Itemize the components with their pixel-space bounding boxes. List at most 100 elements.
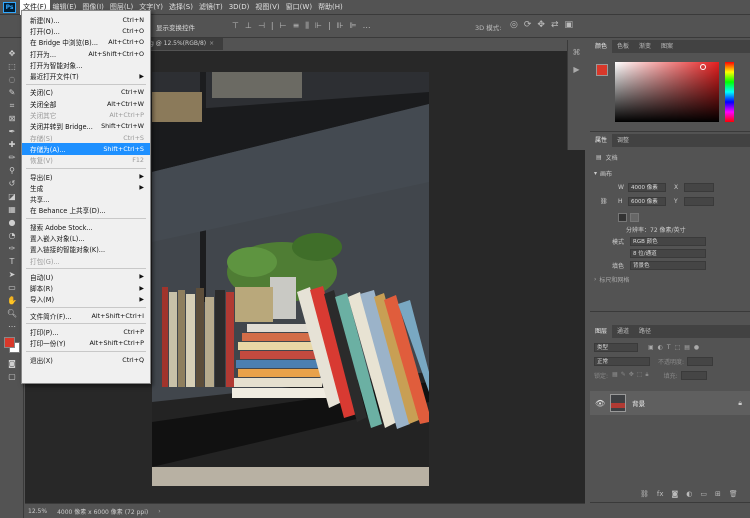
tab-adjustments[interactable]: 调整 — [612, 134, 634, 147]
tab-channels[interactable]: 通道 — [612, 325, 634, 338]
file-menu-item[interactable]: 打开(O)... Ctrl+O — [22, 25, 150, 36]
file-menu-item[interactable]: 自动(U) ▶ — [22, 271, 150, 282]
tab-gradients[interactable]: 渐变 — [634, 40, 656, 53]
file-menu-item[interactable]: 关闭全部 Alt+Ctrl+W — [22, 98, 150, 109]
fill-opacity-input[interactable] — [680, 370, 707, 380]
file-menu-item[interactable]: 导入(M) ▶ — [22, 294, 150, 305]
file-menu-item[interactable]: 打印(P)... Ctrl+P — [22, 326, 150, 337]
file-menu-item[interactable]: 最近打开文件(T) ▶ — [22, 70, 150, 82]
file-menu-item[interactable]: 恢复(V) F12 — [22, 155, 150, 166]
file-menu-item[interactable]: 退出(X) Ctrl+Q — [22, 354, 150, 365]
file-menu-item[interactable]: 新建(N)... Ctrl+N — [22, 14, 150, 25]
height-input[interactable]: 6000 像素 — [628, 196, 666, 206]
document-tab[interactable]: g @ 12.5%(RGB/8) × — [148, 38, 223, 50]
quick-mask-icon[interactable]: ◙ — [4, 358, 20, 369]
menu-filter[interactable]: 滤镜(T) — [196, 0, 226, 15]
file-menu-item[interactable]: 打开为智能对象... — [22, 59, 150, 70]
link-layers-icon[interactable]: ⛓ — [640, 490, 649, 498]
marquee-tool-icon[interactable]: ⬚ — [4, 61, 20, 72]
type-tool-icon[interactable]: T — [4, 256, 20, 267]
move-tool-icon[interactable]: ✥ — [4, 48, 20, 59]
tab-color[interactable]: 颜色 — [590, 40, 613, 53]
fx-icon[interactable]: fx — [657, 490, 664, 498]
width-input[interactable]: 4000 像素 — [628, 182, 666, 192]
file-menu-item[interactable]: 生成 ▶ — [22, 182, 150, 193]
menu-help[interactable]: 帮助(H) — [315, 0, 346, 15]
y-input[interactable] — [684, 196, 714, 206]
transform-controls-label[interactable]: 显示变换控件 — [156, 22, 195, 32]
file-menu-item[interactable]: 在 Bridge 中浏览(B)... Alt+Ctrl+O — [22, 37, 150, 48]
hand-tool-icon[interactable]: ✋ — [4, 295, 20, 306]
file-menu-item[interactable]: 存储(S) Ctrl+S — [22, 132, 150, 143]
stamp-tool-icon[interactable]: ⚲ — [4, 165, 20, 176]
new-layer-icon[interactable]: ⊞ — [715, 490, 721, 498]
file-menu-item[interactable]: 打印一份(Y) Alt+Shift+Ctrl+P — [22, 338, 150, 349]
zoom-tool-icon[interactable]: 🔍︎ — [4, 308, 20, 319]
gradient-tool-icon[interactable]: ▦ — [4, 204, 20, 215]
align-icons[interactable]: ⊤ ⊥ ⊣ | ⊢ ≡ ⫼ ⊩ | ⊪ ⊫… — [232, 21, 371, 31]
healing-tool-icon[interactable]: ✚ — [4, 139, 20, 150]
file-menu-item[interactable]: 关闭其它 Alt+Ctrl+P — [22, 109, 150, 120]
color-field[interactable] — [615, 62, 719, 122]
menu-window[interactable]: 窗口(W) — [283, 0, 315, 15]
tab-paths[interactable]: 路径 — [634, 325, 656, 338]
frame-tool-icon[interactable]: ⊠ — [4, 113, 20, 124]
blend-mode-select[interactable]: 正常 — [594, 356, 650, 366]
screen-mode-icon[interactable]: ▢ — [4, 371, 20, 382]
file-menu-item[interactable]: 存储为(A)... Shift+Ctrl+S — [22, 143, 150, 155]
file-menu-item[interactable]: 置入链接的智能对象(K)... — [22, 244, 150, 255]
mode-select[interactable]: RGB 颜色 — [630, 236, 706, 246]
depth-select[interactable]: 8 位/通道 — [630, 248, 706, 258]
close-tab-icon[interactable]: × — [209, 40, 214, 47]
link-icon[interactable]: ⛓ — [600, 198, 618, 205]
file-menu-item[interactable]: 搜索 Adobe Stock... — [22, 221, 150, 232]
tab-layers[interactable]: 图层 — [590, 325, 613, 338]
tab-patterns[interactable]: 图案 — [656, 40, 678, 53]
eraser-tool-icon[interactable]: ◪ — [4, 191, 20, 202]
quick-select-tool-icon[interactable]: ✎ — [4, 87, 20, 98]
menu-view[interactable]: 视图(V) — [252, 0, 282, 15]
shape-tool-icon[interactable]: ▭ — [4, 282, 20, 293]
tab-properties[interactable]: 属性 — [590, 134, 613, 147]
history-icon[interactable]: ⌘ — [568, 48, 585, 57]
3d-icons[interactable]: ◎ ⟳ ✥ ⇄ ▣ — [510, 20, 573, 30]
file-menu-item[interactable]: 关闭(C) Ctrl+W — [22, 87, 150, 98]
portrait-icon[interactable] — [618, 212, 627, 222]
tab-swatches[interactable]: 色板 — [612, 40, 634, 53]
layer-kind-filter[interactable]: 类型 — [594, 342, 638, 352]
filter-icons[interactable]: ▣◐T⬚▤● — [648, 344, 703, 351]
zoom-level[interactable]: 12.5% — [28, 508, 47, 515]
file-menu-item[interactable]: 关闭并转到 Bridge... Shift+Ctrl+W — [22, 121, 150, 132]
foreground-color-swatch[interactable] — [596, 64, 608, 76]
layer-row[interactable]: 👁︎ 背景 🔒︎ — [590, 391, 750, 415]
dodge-tool-icon[interactable]: ◔ — [4, 230, 20, 241]
file-menu-item[interactable]: 打开为... Alt+Shift+Ctrl+O — [22, 48, 150, 59]
file-menu-item[interactable]: 导出(E) ▶ — [22, 171, 150, 182]
landscape-icon[interactable] — [630, 212, 639, 222]
adjustment-layer-icon[interactable]: ◐ — [686, 490, 692, 498]
color-swatches[interactable] — [3, 334, 20, 356]
opacity-input[interactable] — [687, 356, 714, 366]
lasso-tool-icon[interactable]: ◌ — [4, 74, 20, 85]
brush-tool-icon[interactable]: ✏ — [4, 152, 20, 163]
actions-icon[interactable]: ▶ — [568, 65, 585, 74]
path-select-icon[interactable]: ➤ — [4, 269, 20, 280]
add-mask-icon[interactable]: ◙ — [672, 490, 679, 498]
history-brush-icon[interactable]: ↺ — [4, 178, 20, 189]
menu-select[interactable]: 选择(S) — [166, 0, 196, 15]
menu-3d[interactable]: 3D(D) — [226, 0, 253, 15]
collapse-arrow-icon[interactable]: ▾ — [594, 170, 597, 177]
new-group-icon[interactable]: ▭ — [700, 490, 707, 498]
blur-tool-icon[interactable]: ● — [4, 217, 20, 228]
file-menu-item[interactable]: 文件简介(F)... Alt+Shift+Ctrl+I — [22, 310, 150, 321]
crop-tool-icon[interactable]: ⌗ — [4, 100, 20, 111]
file-menu-item[interactable]: 共享... — [22, 193, 150, 204]
file-menu-item[interactable]: 在 Behance 上共享(D)... — [22, 205, 150, 216]
pen-tool-icon[interactable]: ✑ — [4, 243, 20, 254]
file-menu-item[interactable]: 脚本(R) ▶ — [22, 283, 150, 294]
file-menu-item[interactable]: 置入嵌入对象(L)... — [22, 232, 150, 243]
status-arrow-icon[interactable]: › — [158, 508, 160, 515]
x-input[interactable] — [684, 182, 714, 192]
fill-select[interactable]: 背景色 — [630, 260, 706, 270]
file-menu-item[interactable]: 打包(G)... — [22, 255, 150, 266]
